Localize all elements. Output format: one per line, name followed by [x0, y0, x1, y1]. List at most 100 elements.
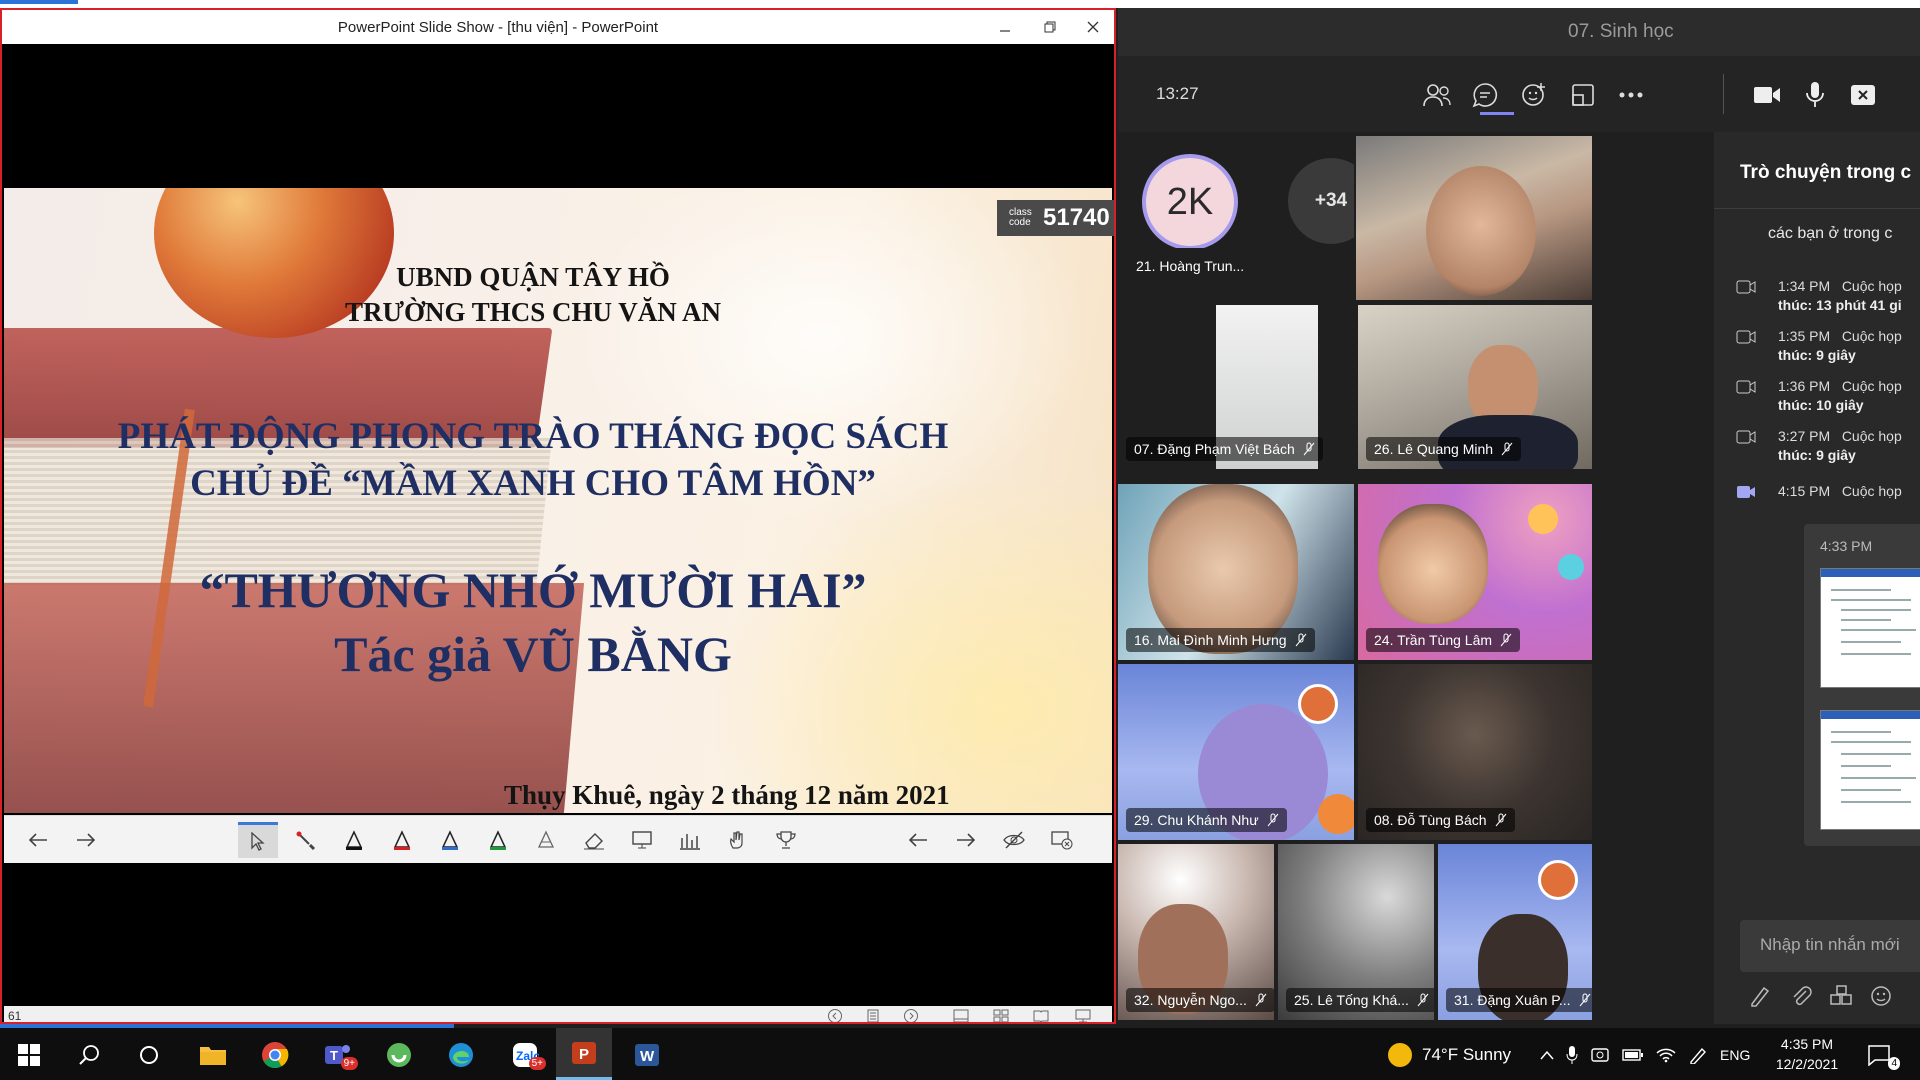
next-slide-button[interactable]	[66, 822, 106, 858]
teams-button[interactable]: T 9+	[320, 1038, 358, 1072]
prev-icon[interactable]	[826, 1008, 844, 1024]
windows-icon	[18, 1044, 40, 1066]
powerpoint-button[interactable]: P	[556, 1028, 612, 1080]
pen-red-button[interactable]	[382, 822, 422, 858]
pen-icon[interactable]	[1688, 1046, 1708, 1064]
normal-view-icon[interactable]	[952, 1008, 970, 1024]
chrome-icon	[262, 1042, 289, 1069]
camera-button[interactable]	[1750, 78, 1784, 112]
pointer-tool-button[interactable]	[238, 822, 278, 858]
minimize-button[interactable]	[990, 16, 1020, 38]
participant-video-teacher[interactable]	[1356, 136, 1592, 300]
more-participants-badge[interactable]: +34	[1288, 158, 1354, 244]
chevron-up-icon[interactable]	[1540, 1050, 1554, 1060]
microphone-tray-icon[interactable]	[1566, 1045, 1578, 1065]
notes-icon[interactable]	[864, 1008, 882, 1024]
chart-button[interactable]	[670, 822, 710, 858]
search-button[interactable]	[72, 1038, 106, 1072]
participant-tile-avatar[interactable]: 2K +34	[1118, 132, 1354, 248]
participant-tile-9[interactable]: 31. Đặng Xuân P...	[1438, 844, 1592, 1020]
mic-off-icon	[1303, 442, 1315, 456]
screenshot-thumbnail[interactable]	[1820, 710, 1920, 830]
edge-button[interactable]	[444, 1038, 478, 1072]
hide-ink-button[interactable]	[994, 822, 1034, 858]
slide-line-1: UBND QUẬN TÂY HỒ	[396, 262, 670, 292]
video-gallery: 2K +34 21. Hoàng Trun... 07. Đặng Phạm V…	[1118, 132, 1714, 1024]
attach-icon[interactable]	[1788, 984, 1814, 1008]
zalo-button[interactable]: Zalo 5+	[508, 1038, 546, 1072]
screen-button[interactable]	[622, 822, 662, 858]
pen-blue-button[interactable]	[430, 822, 470, 858]
screenshot-thumbnail[interactable]	[1820, 568, 1920, 688]
reactions-button[interactable]	[1518, 78, 1552, 112]
forward-button[interactable]	[946, 822, 986, 858]
participant-tile-2[interactable]: 26. Lê Quang Minh	[1358, 305, 1592, 469]
word-button[interactable]: W	[630, 1038, 664, 1072]
meeting-event-icon	[1736, 430, 1756, 444]
chat-bubble-icon	[1472, 83, 1498, 108]
participant-name: 21. Hoàng Trun...	[1136, 258, 1245, 274]
maximize-button[interactable]	[1035, 16, 1065, 38]
participant-tile-5[interactable]: 29. Chu Khánh Như	[1118, 664, 1354, 840]
format-icon[interactable]	[1748, 984, 1774, 1008]
file-explorer-button[interactable]	[196, 1038, 230, 1072]
quiz-button[interactable]	[718, 822, 758, 858]
close-button[interactable]	[1078, 16, 1108, 38]
app-button[interactable]	[382, 1038, 416, 1072]
share-screen-button[interactable]	[1846, 78, 1880, 112]
apps-icon[interactable]	[1828, 984, 1854, 1008]
meeting-timer: 13:27	[1156, 84, 1199, 103]
participant-tile-3[interactable]: 16. Mai Đình Minh Hưng	[1118, 484, 1354, 660]
award-button[interactable]	[766, 822, 806, 858]
taskbar-clock[interactable]: 4:35 PM 12/2/2021	[1762, 1034, 1852, 1074]
slide-line-4: CHỦ ĐỀ “MẦM XANH CHO TÂM HỒN”	[190, 463, 876, 504]
participant-tile-4[interactable]: 24. Trần Tùng Lâm	[1358, 484, 1592, 660]
participant-tile-7[interactable]: 32. Nguyễn Ngo...	[1118, 844, 1274, 1020]
meeting-event-icon	[1736, 380, 1756, 394]
next-icon[interactable]	[902, 1008, 920, 1024]
end-show-button[interactable]	[1042, 822, 1082, 858]
reading-view-icon[interactable]	[1032, 1008, 1050, 1024]
back-button[interactable]	[898, 822, 938, 858]
chat-image-message[interactable]: 4:33 PM	[1804, 524, 1920, 846]
slide-sorter-icon[interactable]	[992, 1008, 1010, 1024]
participant-label: 16. Mai Đình Minh Hưng	[1126, 628, 1315, 652]
microphone-button[interactable]	[1798, 78, 1832, 112]
pen-black-button[interactable]	[334, 822, 374, 858]
notification-count: 4	[1888, 1057, 1900, 1070]
participant-label: 26. Lê Quang Minh	[1366, 437, 1522, 461]
participant-tile-6[interactable]: 08. Đỗ Tùng Bách	[1358, 664, 1592, 840]
emoji-icon[interactable]	[1868, 984, 1894, 1008]
laser-pointer-button[interactable]	[286, 822, 326, 858]
language-indicator[interactable]: ENG	[1720, 1047, 1750, 1063]
slide-header: UBND QUẬN TÂY HỒ TRƯỜNG THCS CHU VĂN AN	[4, 260, 1062, 330]
wifi-icon[interactable]	[1656, 1047, 1676, 1063]
task-view-button[interactable]	[132, 1038, 166, 1072]
pen-green-button[interactable]	[478, 822, 518, 858]
weather-widget[interactable]: 74°F Sunny	[1388, 1043, 1511, 1067]
slideshow-toolbar	[4, 815, 1112, 863]
highlighter-button[interactable]	[526, 822, 566, 858]
camera-tray-icon[interactable]	[1590, 1046, 1610, 1064]
participant-tile-8[interactable]: 25. Lê Tống Khá...	[1278, 844, 1434, 1020]
chat-message-input[interactable]: Nhập tin nhắn mới	[1740, 920, 1920, 972]
chrome-button[interactable]	[258, 1038, 292, 1072]
chat-header: Trò chuyện trong c	[1740, 162, 1912, 183]
rooms-button[interactable]	[1566, 78, 1600, 112]
ppt-titlebar[interactable]: PowerPoint Slide Show - [thu viện] - Pow…	[2, 10, 1114, 44]
chat-button[interactable]	[1468, 78, 1502, 112]
class-code-badge: class code 51740	[997, 200, 1114, 236]
more-actions-button[interactable]	[1614, 78, 1648, 112]
start-button[interactable]	[12, 1038, 46, 1072]
top-strip	[0, 0, 1920, 8]
hand-raise-icon	[730, 831, 743, 849]
end-show-icon	[1051, 831, 1073, 850]
slide-campaign: PHÁT ĐỘNG PHONG TRÀO THÁNG ĐỌC SÁCH CHỦ …	[4, 413, 1062, 507]
svg-text:T: T	[330, 1048, 338, 1063]
participants-button[interactable]	[1420, 78, 1454, 112]
notifications-button[interactable]: 4	[1862, 1038, 1900, 1072]
slideshow-view-icon[interactable]	[1074, 1008, 1092, 1024]
previous-slide-button[interactable]	[18, 822, 58, 858]
eraser-button[interactable]	[574, 822, 614, 858]
battery-icon[interactable]	[1622, 1048, 1644, 1062]
